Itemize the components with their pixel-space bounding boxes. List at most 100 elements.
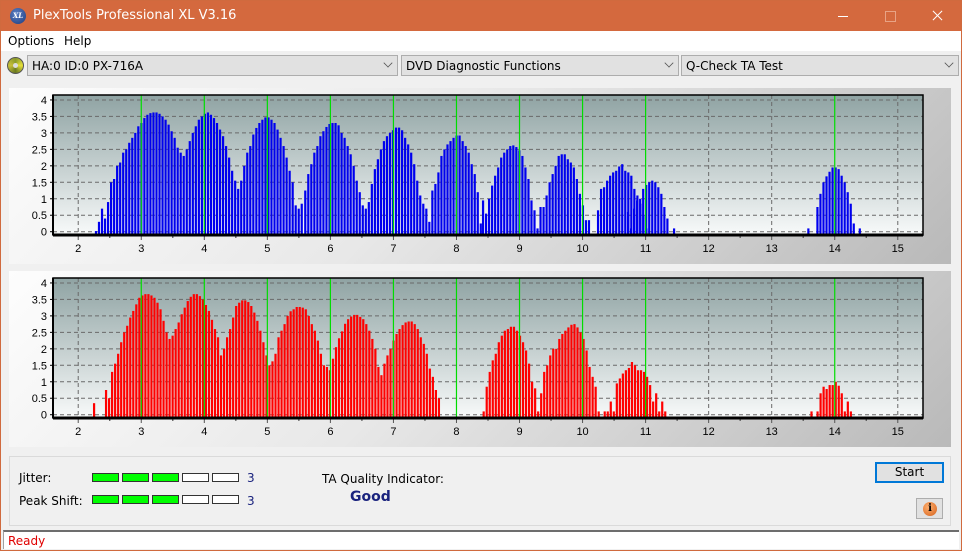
y-tick-label: 4 <box>41 278 47 290</box>
bar <box>594 386 597 418</box>
bar <box>362 319 365 418</box>
menu-options[interactable]: Options <box>8 34 54 48</box>
bar <box>431 190 434 235</box>
bar <box>521 342 525 418</box>
jitter-meter-segment <box>122 473 149 482</box>
close-button[interactable] <box>914 1 960 31</box>
bar <box>331 358 335 418</box>
bar <box>180 314 183 418</box>
function-group-select[interactable]: DVD Diagnostic Functions <box>401 55 679 76</box>
bar <box>515 330 519 418</box>
menu-help[interactable]: Help <box>64 34 91 48</box>
bar <box>503 152 506 235</box>
bar <box>633 208 636 235</box>
bar <box>134 132 137 235</box>
bar <box>639 198 642 235</box>
bar <box>549 355 552 418</box>
bar <box>216 337 220 418</box>
bar <box>449 141 452 235</box>
bar <box>627 367 631 418</box>
bar <box>137 126 140 235</box>
ta-quality-label: TA Quality Indicator: <box>322 472 444 486</box>
bar <box>661 401 664 418</box>
bar <box>158 113 161 235</box>
bar <box>822 182 825 235</box>
bar <box>125 149 128 235</box>
bar <box>596 210 600 235</box>
x-tick-label: 6 <box>327 426 333 438</box>
bar <box>319 353 323 418</box>
y-tick-label: 3 <box>41 311 47 323</box>
bar <box>651 180 654 235</box>
bar <box>304 190 307 235</box>
bar <box>210 319 214 418</box>
bar <box>434 390 437 418</box>
bar <box>491 185 494 235</box>
bar <box>277 337 280 418</box>
y-tick-label: 3.5 <box>32 294 47 306</box>
y-tick-label: 2.5 <box>32 327 47 339</box>
bar <box>573 324 576 418</box>
bar <box>319 136 322 235</box>
bar <box>382 141 386 235</box>
bar <box>410 321 413 418</box>
bar <box>107 398 111 418</box>
test-select[interactable]: Q-Check TA Test <box>681 55 959 76</box>
bar <box>654 182 657 235</box>
jitter-value: 3 <box>247 471 255 485</box>
bar <box>367 202 370 235</box>
bar <box>250 306 253 418</box>
bar <box>557 155 560 235</box>
bar <box>621 373 624 418</box>
bar <box>197 119 200 235</box>
bar <box>524 350 528 418</box>
info-icon: i <box>923 502 937 516</box>
drive-select[interactable]: HA:0 ID:0 PX-716A <box>27 55 398 76</box>
bar <box>298 306 301 418</box>
bar <box>100 208 104 235</box>
y-tick-label: 2 <box>41 161 47 173</box>
bar <box>370 183 373 235</box>
bar <box>300 203 303 235</box>
bar <box>570 324 573 418</box>
ta-quality-value: Good <box>350 489 391 505</box>
jitter-label: Jitter: <box>19 471 52 485</box>
bar <box>389 348 392 418</box>
bar <box>663 207 666 235</box>
bar <box>285 157 288 235</box>
bar <box>215 123 219 235</box>
bar <box>612 172 615 235</box>
bar <box>485 386 488 418</box>
bar <box>425 353 428 418</box>
bar <box>645 376 649 418</box>
bar <box>274 353 277 418</box>
bar <box>240 180 243 235</box>
y-tick-label: 1 <box>41 194 47 206</box>
minimize-button[interactable] <box>820 1 866 31</box>
bar <box>649 385 652 418</box>
bar <box>621 164 624 235</box>
bar <box>159 309 162 418</box>
maximize-button[interactable] <box>867 1 913 31</box>
y-tick-label: 1 <box>41 377 47 389</box>
start-button[interactable]: Start <box>875 462 944 483</box>
bar <box>282 146 285 235</box>
bar <box>270 119 273 235</box>
bar <box>527 179 530 235</box>
bar <box>256 320 259 418</box>
bar <box>116 165 119 235</box>
bar <box>652 401 655 418</box>
function-group-value: DVD Diagnostic Functions <box>406 59 561 73</box>
bar <box>294 205 297 235</box>
bar <box>666 218 669 235</box>
bar <box>849 203 852 235</box>
bar <box>376 159 379 235</box>
bar <box>828 171 831 235</box>
bar <box>200 116 203 235</box>
info-button[interactable]: i <box>916 498 943 519</box>
bar <box>120 342 123 418</box>
bar <box>552 348 555 418</box>
bar <box>846 401 849 418</box>
bar <box>434 183 437 235</box>
bar <box>410 152 413 235</box>
